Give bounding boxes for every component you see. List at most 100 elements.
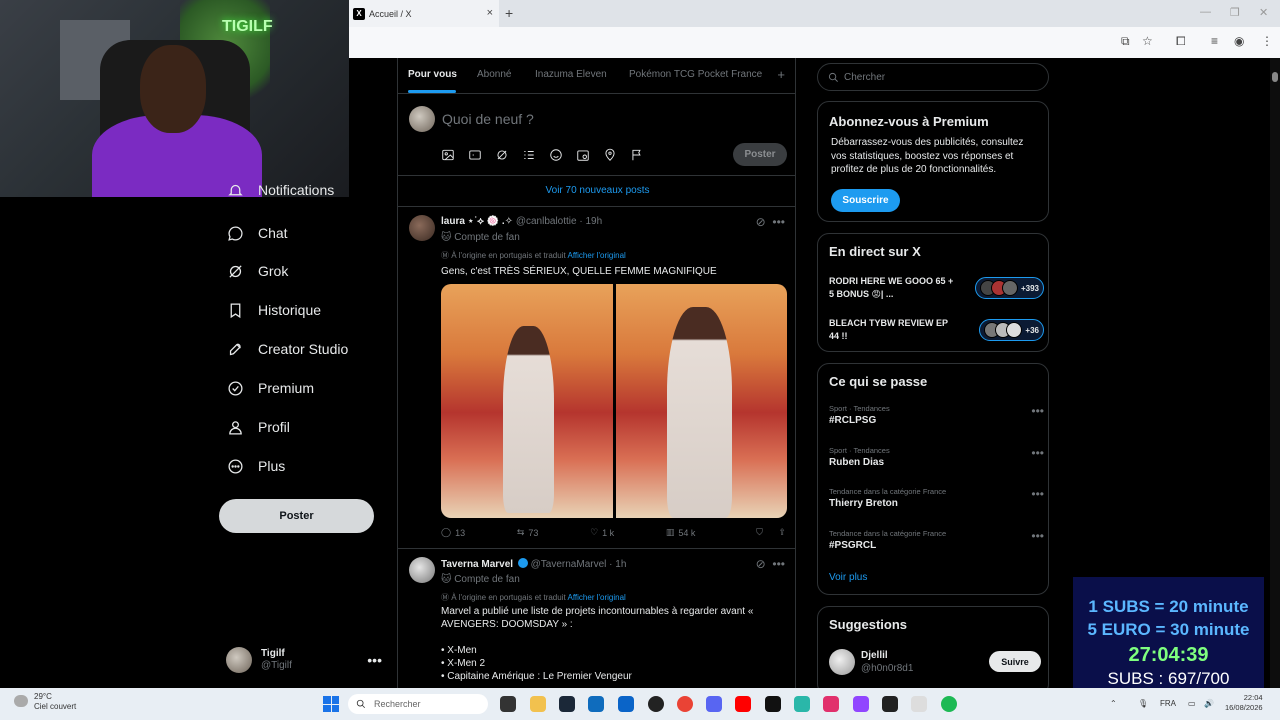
sidebar-item-chat[interactable]: Chat [226, 217, 288, 249]
grok-icon[interactable]: ⊘ [756, 557, 766, 571]
add-tab-icon[interactable]: + [777, 67, 785, 82]
sidebar-item-profil[interactable]: Profil [226, 411, 290, 443]
tweet-handle[interactable]: @TavernaMarvel [531, 559, 607, 570]
follow-button[interactable]: Suivre [989, 651, 1041, 672]
taskbar-search[interactable]: Rechercher [348, 694, 488, 714]
twitch-icon[interactable] [853, 696, 869, 712]
store-icon[interactable] [588, 696, 604, 712]
clock[interactable]: 22:04 16/08/2026 [1225, 693, 1263, 713]
menu-icon[interactable]: ⋮ [1261, 34, 1273, 48]
trend-item[interactable]: Tendance dans la catégorie France Thierr… [829, 487, 1044, 509]
browser-tab[interactable]: X Accueil / X × [349, 0, 499, 27]
post-button[interactable]: Poster [219, 499, 374, 533]
tab-abonne[interactable]: Abonné [477, 69, 511, 80]
repost-button[interactable]: ⇆ 73 [517, 527, 539, 538]
show-original-link[interactable]: Afficher l'original [568, 251, 626, 260]
tweet-handle[interactable]: @canlbalottie [516, 216, 577, 227]
scrollbar[interactable] [1270, 58, 1280, 688]
volume-icon[interactable]: 🔊 [1204, 699, 1214, 708]
sidebar-item-creator-studio[interactable]: Creator Studio [226, 333, 348, 365]
outlook-icon[interactable] [618, 696, 634, 712]
trend-item[interactable]: Sport · Tendances Ruben Dias ••• [829, 446, 1044, 468]
scrollbar-thumb[interactable] [1272, 72, 1278, 82]
task-view-icon[interactable] [500, 696, 516, 712]
network-icon[interactable]: ▭ [1188, 699, 1196, 708]
tweet[interactable]: Taverna Marvel @TavernaMarvel · 1h ⊘ •••… [398, 549, 795, 688]
tab-pour-vous[interactable]: Pour vous [408, 69, 457, 80]
see-more-link[interactable]: Voir plus [829, 572, 867, 583]
tweet-photo[interactable] [615, 284, 787, 518]
show-new-posts[interactable]: Voir 70 nouveaux posts [398, 176, 795, 207]
live-item[interactable]: RODRI HERE WE GOOO 65 + 5 BONUS 😡| ... +… [829, 275, 1044, 301]
language-indicator[interactable]: FRA [1160, 699, 1176, 708]
obs-icon[interactable] [648, 696, 664, 712]
flag-icon[interactable] [630, 148, 644, 162]
weather-widget[interactable]: 29°C Ciel couvert [14, 692, 76, 712]
tiktok-icon[interactable] [765, 696, 781, 712]
tweet[interactable]: laura ⋆˙⟡ 🍥 .✧ @canlbalottie · 19h ⊘ •••… [398, 207, 795, 549]
compose-input[interactable]: Quoi de neuf ? [442, 111, 534, 127]
sidebar-item-historique[interactable]: Historique [226, 294, 321, 326]
subscribe-button[interactable]: Souscrire [831, 189, 900, 212]
avatar[interactable] [409, 215, 435, 241]
chrome-icon[interactable] [677, 696, 693, 712]
youtube-icon[interactable] [735, 696, 751, 712]
sidebar-item-premium[interactable]: Premium [226, 372, 314, 404]
spotify-icon[interactable] [941, 696, 957, 712]
tweet-media[interactable] [441, 284, 787, 518]
live-item[interactable]: BLEACH TYBW REVIEW EP 44 !! +36 [829, 317, 1044, 343]
sidebar-item-notifications[interactable]: Notifications [226, 180, 334, 200]
gif-icon[interactable] [468, 148, 482, 162]
image-icon[interactable] [441, 148, 455, 162]
grok-icon[interactable] [495, 148, 509, 162]
cast-icon[interactable]: ⧉ [1121, 34, 1130, 49]
audio-app-icon[interactable] [794, 696, 810, 712]
tab-inazuma-eleven[interactable]: Inazuma Eleven [535, 69, 607, 80]
bookmark-button[interactable]: ⛉ ⇪ [747, 527, 786, 538]
suggestion-item[interactable]: Djellil @h0n0r8d1 Suivre [829, 647, 1041, 677]
tweet-photo[interactable] [441, 284, 613, 518]
reading-list-icon[interactable]: ≡ [1211, 34, 1218, 48]
profile-icon[interactable]: ◉ [1234, 34, 1244, 48]
like-button[interactable]: ♡ 1 k [590, 527, 614, 538]
schedule-icon[interactable] [576, 148, 590, 162]
more-icon[interactable]: ••• [367, 652, 382, 668]
search-input[interactable]: Chercher [817, 63, 1049, 91]
epic-games-icon[interactable] [882, 696, 898, 712]
poll-icon[interactable] [522, 148, 536, 162]
reply-button[interactable]: ◯ 13 [441, 527, 465, 538]
sidebar-item-plus[interactable]: Plus [226, 450, 285, 482]
account-switcher[interactable]: Tigilf @Tigilf ••• [226, 645, 386, 675]
compose-post-button[interactable]: Poster [733, 143, 787, 166]
instagram-icon[interactable] [823, 696, 839, 712]
tab-pokemon-tcg[interactable]: Pokémon TCG Pocket France [629, 69, 762, 80]
tweet-author[interactable]: Taverna Marvel [441, 559, 513, 570]
trend-item[interactable]: Tendance dans la catégorie France #PSGRC… [829, 529, 1044, 551]
more-icon[interactable]: ••• [1031, 529, 1044, 543]
views-button[interactable]: ▥ 54 k [666, 527, 696, 538]
tweet-author[interactable]: laura ⋆˙⟡ 🍥 .✧ [441, 216, 513, 227]
close-window-icon[interactable]: ✕ [1259, 6, 1268, 19]
grok-icon[interactable]: ⊘ [756, 215, 766, 229]
microphone-icon[interactable]: 🎙 [1138, 699, 1148, 708]
more-icon[interactable]: ••• [1031, 404, 1044, 418]
bookmark-star-icon[interactable]: ☆ [1142, 34, 1153, 48]
notepad-icon[interactable] [911, 696, 927, 712]
steam-icon[interactable] [559, 696, 575, 712]
share-icon[interactable]: ⇪ [778, 527, 786, 538]
tray-chevron-icon[interactable]: ⌃ [1110, 699, 1117, 708]
sidebar-item-grok[interactable]: Grok [226, 255, 288, 287]
new-tab-button[interactable]: + [505, 5, 513, 21]
extensions-icon[interactable]: ⧠ [1176, 34, 1186, 49]
emoji-icon[interactable] [549, 148, 563, 162]
more-icon[interactable]: ••• [1031, 487, 1044, 501]
minimize-icon[interactable]: — [1200, 6, 1211, 18]
file-explorer-icon[interactable] [530, 696, 546, 712]
start-button[interactable] [323, 696, 339, 712]
more-icon[interactable]: ••• [772, 557, 785, 571]
close-tab-icon[interactable]: × [487, 7, 493, 19]
discord-icon[interactable] [706, 696, 722, 712]
avatar[interactable] [409, 557, 435, 583]
maximize-icon[interactable]: ❐ [1230, 6, 1240, 19]
more-icon[interactable]: ••• [772, 215, 785, 229]
